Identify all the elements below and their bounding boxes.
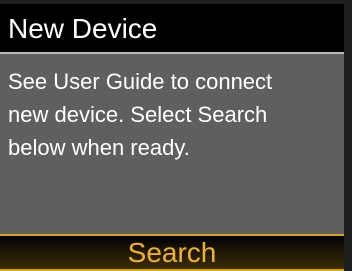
page-title: New Device	[8, 13, 158, 44]
search-button[interactable]: Search	[0, 234, 344, 271]
message-panel: See User Guide to connect new device. Se…	[0, 54, 344, 234]
instruction-message: See User Guide to connect new device. Se…	[8, 65, 338, 164]
message-line-3: below when ready.	[8, 135, 190, 160]
search-button-label: Search	[127, 237, 217, 268]
message-line-1: See User Guide to connect	[8, 69, 273, 94]
message-line-2: new device. Select Search	[8, 102, 268, 127]
title-bar: New Device	[0, 4, 344, 54]
device-screen: New Device See User Guide to connect new…	[0, 4, 344, 271]
device-frame: New Device See User Guide to connect new…	[0, 0, 352, 271]
